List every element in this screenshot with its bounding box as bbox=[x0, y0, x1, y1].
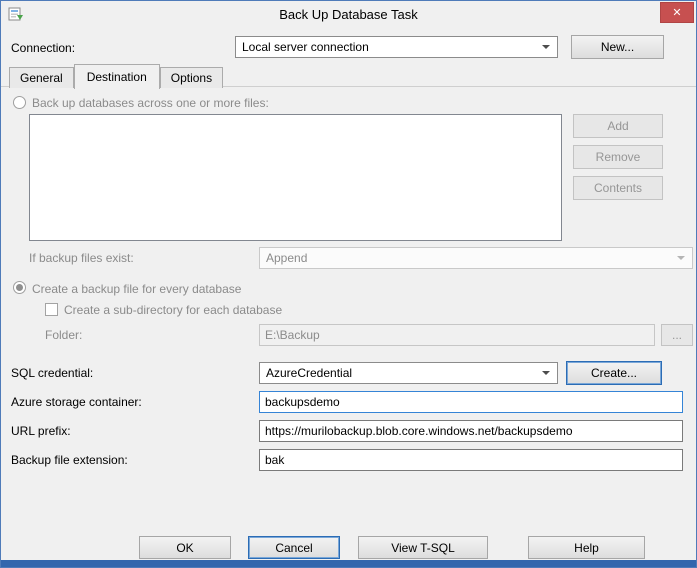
if-exist-label: If backup files exist: bbox=[29, 251, 134, 265]
connection-combobox[interactable]: Local server connection bbox=[235, 36, 558, 58]
help-button[interactable]: Help bbox=[528, 536, 645, 559]
extension-label: Backup file extension: bbox=[11, 453, 128, 467]
backup-database-task-dialog: Back Up Database Task ✕ Connection: Loca… bbox=[0, 0, 697, 568]
radio-every-database-label: Create a backup file for every database bbox=[32, 282, 242, 296]
chevron-down-icon bbox=[542, 371, 550, 375]
close-button[interactable]: ✕ bbox=[660, 2, 694, 23]
new-connection-button[interactable]: New... bbox=[571, 35, 664, 59]
create-credential-button[interactable]: Create... bbox=[566, 361, 662, 385]
add-button[interactable]: Add bbox=[573, 114, 663, 138]
tab-general[interactable]: General bbox=[9, 67, 74, 88]
tab-destination[interactable]: Destination bbox=[73, 64, 160, 89]
folder-input[interactable] bbox=[259, 324, 655, 346]
url-prefix-input[interactable] bbox=[259, 420, 683, 442]
contents-button[interactable]: Contents bbox=[573, 176, 663, 200]
extension-input[interactable] bbox=[259, 449, 683, 471]
cancel-button[interactable]: Cancel bbox=[248, 536, 340, 559]
ok-button[interactable]: OK bbox=[139, 536, 231, 559]
window-title: Back Up Database Task bbox=[279, 7, 418, 22]
radio-circle-icon bbox=[13, 281, 26, 294]
chevron-down-icon bbox=[677, 256, 685, 260]
url-prefix-label: URL prefix: bbox=[11, 424, 71, 438]
remove-button[interactable]: Remove bbox=[573, 145, 663, 169]
connection-value: Local server connection bbox=[242, 40, 369, 54]
browse-folder-button[interactable]: ... bbox=[661, 324, 693, 346]
subdirectory-checkbox-label: Create a sub-directory for each database bbox=[64, 303, 283, 317]
container-input[interactable] bbox=[259, 391, 683, 413]
chevron-down-icon bbox=[542, 45, 550, 49]
if-exist-value: Append bbox=[266, 251, 308, 265]
tab-strip: General Destination Options bbox=[9, 64, 224, 89]
view-tsql-button[interactable]: View T-SQL bbox=[358, 536, 488, 559]
titlebar[interactable]: Back Up Database Task ✕ bbox=[1, 1, 696, 27]
folder-label: Folder: bbox=[45, 328, 83, 342]
sql-credential-combobox[interactable]: AzureCredential bbox=[259, 362, 558, 384]
radio-circle-icon bbox=[13, 96, 26, 109]
checkbox-icon bbox=[45, 303, 58, 316]
window-border-bottom bbox=[1, 560, 696, 567]
close-icon: ✕ bbox=[672, 7, 682, 19]
container-label: Azure storage container: bbox=[11, 395, 142, 409]
backup-files-list[interactable] bbox=[29, 114, 562, 241]
sql-credential-label: SQL credential: bbox=[11, 366, 94, 380]
sql-credential-value: AzureCredential bbox=[266, 366, 353, 380]
tab-options[interactable]: Options bbox=[159, 67, 224, 88]
radio-across-files-label: Back up databases across one or more fil… bbox=[32, 96, 269, 110]
connection-label: Connection: bbox=[11, 41, 76, 55]
if-exist-combobox[interactable]: Append bbox=[259, 247, 693, 269]
